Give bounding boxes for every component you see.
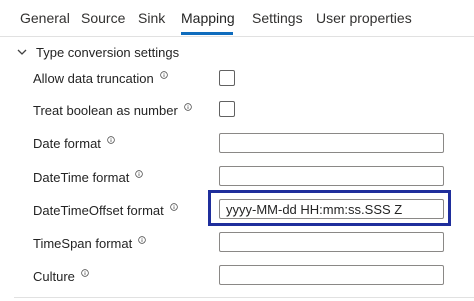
date-format-input[interactable]	[219, 133, 444, 153]
treat-boolean-checkbox[interactable]	[219, 101, 235, 117]
info-icon[interactable]	[135, 169, 144, 178]
allow-truncation-checkbox[interactable]	[219, 70, 235, 86]
info-icon[interactable]	[81, 268, 89, 277]
datetime-format-input[interactable]	[219, 166, 444, 186]
chevron-down-icon	[17, 49, 27, 55]
timespan-format-label: TimeSpan format	[33, 236, 133, 251]
datetime-format-row-label: DateTime format	[33, 169, 144, 185]
timespan-format-row-label: TimeSpan format	[33, 235, 146, 251]
active-tab-indicator	[181, 32, 233, 35]
date-format-label: Date format	[33, 136, 101, 151]
datetimeoffset-format-row-label: DateTimeOffset format	[33, 202, 178, 218]
date-format-row-label: Date format	[33, 135, 115, 151]
info-icon[interactable]	[138, 235, 146, 244]
tab-general[interactable]: General	[20, 10, 70, 26]
allow-truncation-row-label: Allow data truncation	[33, 70, 168, 86]
divider	[14, 297, 474, 298]
datetimeoffset-format-input[interactable]	[219, 199, 444, 219]
tab-source[interactable]: Source	[81, 10, 125, 26]
type-conversion-settings-toggle[interactable]: Type conversion settings	[16, 42, 179, 62]
section-title: Type conversion settings	[36, 44, 180, 60]
timespan-format-input[interactable]	[219, 232, 444, 252]
datetimeoffset-format-label: DateTimeOffset format	[33, 203, 164, 218]
info-icon[interactable]	[184, 102, 192, 111]
info-icon[interactable]	[107, 135, 115, 144]
treat-boolean-row-label: Treat boolean as number	[33, 102, 192, 118]
tab-user-properties[interactable]: User properties	[316, 10, 412, 26]
culture-input[interactable]	[219, 265, 444, 285]
tab-mapping[interactable]: Mapping	[181, 10, 235, 26]
allow-truncation-label: Allow data truncation	[33, 71, 154, 86]
info-icon[interactable]	[159, 70, 168, 79]
culture-row-label: Culture	[33, 268, 89, 284]
culture-label: Culture	[33, 269, 75, 284]
info-icon[interactable]	[170, 202, 178, 211]
datetime-format-label: DateTime format	[33, 170, 130, 185]
tab-sink[interactable]: Sink	[138, 10, 165, 26]
tab-settings[interactable]: Settings	[252, 10, 303, 26]
tab-bar: General Source Sink Mapping Settings Use…	[0, 0, 474, 37]
treat-boolean-label: Treat boolean as number	[33, 103, 178, 118]
